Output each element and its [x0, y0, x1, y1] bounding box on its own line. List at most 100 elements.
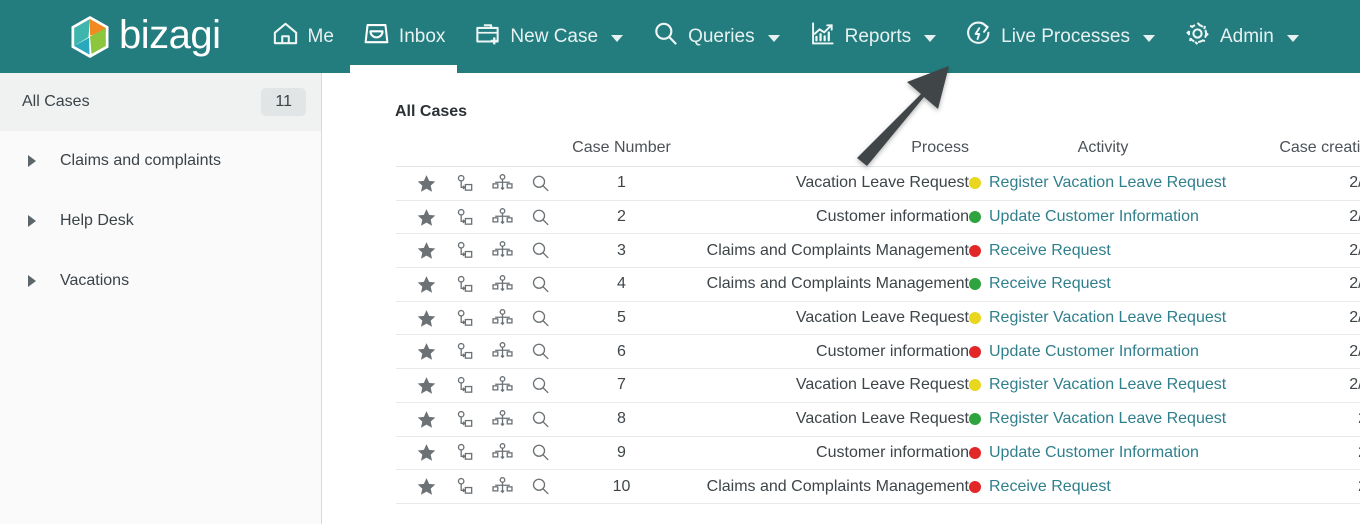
activity-link[interactable]: Update Customer Information [989, 444, 1199, 462]
process-flow-icon[interactable] [492, 409, 513, 430]
table-row[interactable]: 10 Claims and Complaints Management Receiv… [396, 469, 1360, 504]
table-row[interactable]: 8 Vacation Leave Request Register Vacation… [396, 402, 1360, 437]
nav-item-new-case[interactable]: New Case [459, 0, 637, 73]
process-flow-icon[interactable] [492, 341, 513, 362]
magnifier-icon[interactable] [530, 341, 551, 362]
cell-case-number[interactable]: 8 [554, 402, 689, 437]
column-header-case-creation-date[interactable]: Case creation date [1237, 139, 1360, 167]
activity-link[interactable]: Register Vacation Leave Request [989, 309, 1226, 327]
cell-case-number[interactable]: 2 [554, 200, 689, 235]
cell-process: Claims and Complaints Management [689, 469, 969, 504]
process-flow-icon[interactable] [492, 476, 513, 497]
table-row[interactable]: 5 Vacation Leave Request Register Vacation… [396, 301, 1360, 336]
star-icon[interactable] [416, 375, 437, 396]
magnifier-icon[interactable] [530, 240, 551, 261]
chevron-right-icon[interactable] [28, 275, 36, 287]
sidebar-item-help-desk[interactable]: Help Desk [0, 191, 321, 251]
process-flow-icon[interactable] [492, 240, 513, 261]
star-icon[interactable] [416, 274, 437, 295]
star-icon[interactable] [416, 207, 437, 228]
sidebar-item-vacations[interactable]: Vacations [0, 251, 321, 311]
process-flow-icon[interactable] [492, 173, 513, 194]
cell-case-number[interactable]: 6 [554, 334, 689, 370]
nav-item-inbox[interactable]: Inbox [348, 0, 459, 73]
cell-case-number[interactable]: 7 [554, 368, 689, 403]
related-case-icon[interactable] [454, 308, 475, 329]
cell-case-number[interactable]: 10 [554, 469, 689, 504]
star-icon[interactable] [416, 173, 437, 194]
star-icon[interactable] [416, 341, 437, 362]
star-icon[interactable] [416, 308, 437, 329]
related-case-icon[interactable] [454, 341, 475, 362]
home-icon [271, 19, 300, 54]
activity-link[interactable]: Receive Request [989, 275, 1111, 293]
cell-case-number[interactable]: 3 [554, 233, 689, 269]
table-row[interactable]: 7 Vacation Leave Request Register Vacation… [396, 368, 1360, 403]
cases-table: Case Number Process Activity Case creati… [396, 139, 1360, 504]
process-flow-icon[interactable] [492, 375, 513, 396]
column-header-activity[interactable]: Activity [969, 139, 1237, 167]
cell-case-number[interactable]: 9 [554, 436, 689, 471]
star-icon[interactable] [416, 409, 437, 430]
nav-item-live-processes[interactable]: Live Processes [950, 0, 1169, 73]
row-action-icons [396, 207, 554, 228]
related-case-icon[interactable] [454, 207, 475, 228]
nav-items-container: Me Inbox New Case Queries Reports Live P… [257, 0, 1313, 73]
star-icon[interactable] [416, 476, 437, 497]
related-case-icon[interactable] [454, 274, 475, 295]
magnifier-icon[interactable] [530, 442, 551, 463]
column-header-case-number[interactable]: Case Number [554, 139, 689, 167]
related-case-icon[interactable] [454, 173, 475, 194]
related-case-icon[interactable] [454, 240, 475, 261]
cell-case-creation-date: 2/25/2022 10:5 [1237, 368, 1360, 403]
table-row[interactable]: 1 Vacation Leave Request Register Vacation… [396, 166, 1360, 201]
activity-link[interactable]: Register Vacation Leave Request [989, 376, 1226, 394]
related-case-icon[interactable] [454, 375, 475, 396]
magnifier-icon[interactable] [530, 207, 551, 228]
magnifier-icon[interactable] [530, 409, 551, 430]
activity-link[interactable]: Update Customer Information [989, 208, 1199, 226]
process-flow-icon[interactable] [492, 274, 513, 295]
column-header-process[interactable]: Process [689, 139, 969, 167]
magnifier-icon[interactable] [530, 308, 551, 329]
table-row[interactable]: 9 Customer information Update Customer Inf… [396, 436, 1360, 471]
cell-case-number[interactable]: 1 [554, 166, 689, 201]
magnifier-icon[interactable] [530, 173, 551, 194]
process-flow-icon[interactable] [492, 308, 513, 329]
live-processes-icon [964, 19, 993, 54]
chevron-right-icon[interactable] [28, 215, 36, 227]
nav-item-queries[interactable]: Queries [637, 0, 794, 73]
brand-logo[interactable]: bizagi [70, 15, 221, 59]
nav-item-me[interactable]: Me [257, 0, 348, 73]
column-header-actions[interactable] [396, 139, 554, 167]
process-flow-icon[interactable] [492, 207, 513, 228]
cell-process: Claims and Complaints Management [689, 267, 969, 302]
activity-link[interactable]: Receive Request [989, 478, 1111, 496]
nav-item-admin[interactable]: Admin [1169, 0, 1313, 73]
cell-case-number[interactable]: 4 [554, 267, 689, 302]
table-row[interactable]: 6 Customer information Update Customer Inf… [396, 334, 1360, 370]
related-case-icon[interactable] [454, 409, 475, 430]
activity-link[interactable]: Update Customer Information [989, 343, 1199, 361]
magnifier-icon[interactable] [530, 476, 551, 497]
activity-link[interactable]: Receive Request [989, 242, 1111, 260]
chevron-right-icon[interactable] [28, 155, 36, 167]
sidebar-item-all-cases[interactable]: All Cases 11 [0, 73, 321, 131]
star-icon[interactable] [416, 240, 437, 261]
star-icon[interactable] [416, 442, 437, 463]
top-navigation-bar: bizagi Me Inbox New Case Queries Reports… [0, 0, 1360, 73]
cell-case-number[interactable]: 5 [554, 301, 689, 336]
activity-link[interactable]: Register Vacation Leave Request [989, 174, 1226, 192]
related-case-icon[interactable] [454, 442, 475, 463]
magnifier-icon[interactable] [530, 274, 551, 295]
magnifier-icon[interactable] [530, 375, 551, 396]
activity-link[interactable]: Register Vacation Leave Request [989, 410, 1226, 428]
related-case-icon[interactable] [454, 476, 475, 497]
table-row[interactable]: 2 Customer information Update Customer Inf… [396, 200, 1360, 235]
process-flow-icon[interactable] [492, 442, 513, 463]
table-row[interactable]: 3 Claims and Complaints Management Receive… [396, 233, 1360, 269]
sidebar-item-claims-and-complaints[interactable]: Claims and complaints [0, 131, 321, 191]
nav-item-reports[interactable]: Reports [794, 0, 951, 73]
cell-case-creation-date: 2/25/2022 10:0 [1237, 166, 1360, 201]
table-row[interactable]: 4 Claims and Complaints Management Receive… [396, 267, 1360, 302]
